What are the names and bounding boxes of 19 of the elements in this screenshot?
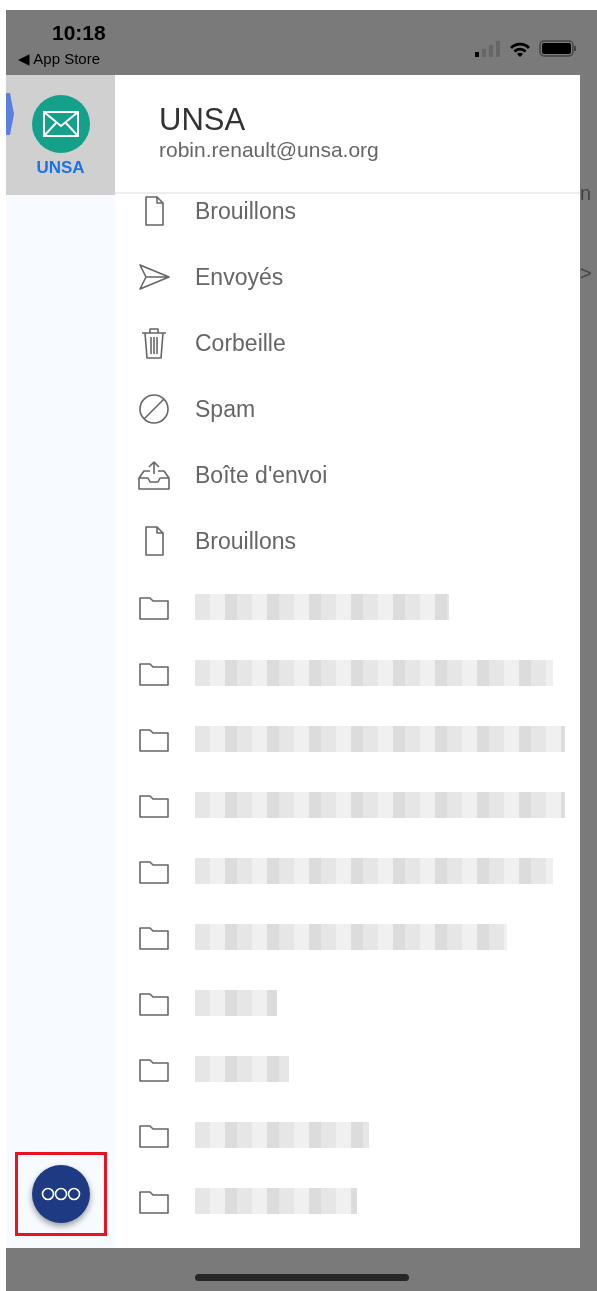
folder-item[interactable]: Spam: [115, 376, 580, 442]
text-fragment: >: [580, 263, 592, 283]
folder-item[interactable]: Brouillons: [115, 508, 580, 574]
folder-label: Boîte d'envoi: [195, 460, 328, 490]
folder-label: Spam: [195, 394, 256, 424]
folder-label: Brouillons: [195, 526, 296, 556]
status-time: 10:18: [52, 21, 106, 44]
account-label: UNSA: [36, 158, 85, 176]
folder-label: Envoyés: [195, 262, 284, 292]
folder-item[interactable]: Brouillons: [115, 194, 580, 244]
account-title: UNSA: [159, 103, 247, 138]
folder-item[interactable]: Boîte d'envoi: [115, 442, 580, 508]
folder-label: Brouillons: [195, 197, 296, 226]
folder-label: Corbeille: [195, 328, 286, 358]
back-link[interactable]: ◀ App Store: [18, 51, 106, 66]
folder-item[interactable]: Corbeille: [115, 310, 580, 376]
folder-item[interactable]: Envoyés: [115, 244, 580, 310]
account-tab[interactable]: UNSA: [6, 75, 115, 195]
account-email: robin.renault@unsa.org: [159, 137, 380, 163]
